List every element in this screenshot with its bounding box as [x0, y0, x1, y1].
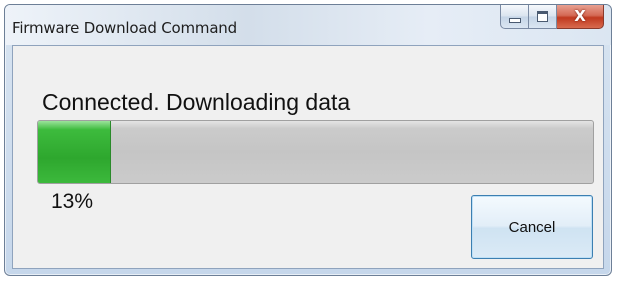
- caption-buttons: X: [500, 5, 604, 29]
- maximize-button[interactable]: [529, 5, 557, 29]
- progress-percent-label: 13%: [51, 190, 94, 213]
- download-progress-bar: [37, 120, 594, 184]
- firmware-download-window: Firmware Download Command X Connected. D…: [4, 4, 612, 276]
- window-title: Firmware Download Command: [12, 19, 237, 37]
- dialog-body: Connected. Downloading data 13% Cancel: [12, 45, 604, 269]
- title-bar[interactable]: Firmware Download Command X: [5, 5, 611, 45]
- cancel-button[interactable]: Cancel: [471, 195, 593, 259]
- maximize-icon: [537, 11, 548, 22]
- minimize-button[interactable]: [500, 5, 529, 29]
- minimize-icon: [508, 18, 521, 23]
- status-label: Connected. Downloading data: [42, 89, 351, 115]
- progress-fill: [38, 121, 112, 183]
- close-icon: X: [574, 7, 586, 25]
- close-button[interactable]: X: [557, 5, 604, 29]
